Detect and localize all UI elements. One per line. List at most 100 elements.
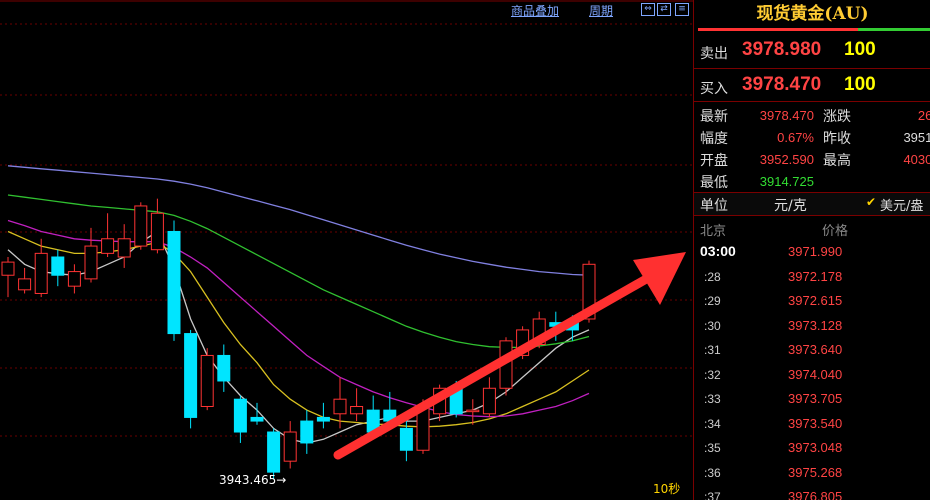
tick-price: 3974.040	[788, 366, 843, 382]
prev-close-label: 昨收	[823, 131, 851, 147]
candle-body	[84, 245, 98, 280]
high-value: 4030.	[903, 152, 930, 167]
candle-body	[1, 261, 15, 276]
high-label: 最高	[823, 153, 851, 169]
tick-row: :33 3973.705	[694, 387, 930, 411]
candle-body	[217, 354, 231, 382]
unit-usd-ounce[interactable]: 美元/盎	[880, 195, 923, 214]
candle-body	[316, 416, 330, 422]
kline-chart-canvas[interactable]	[0, 0, 693, 500]
candle-body	[117, 238, 131, 258]
tick-row: :30 3973.128	[694, 314, 930, 338]
quote-panel: 现货黄金(AU) 卖出 3978.980 100 买入 3978.470 100…	[693, 0, 930, 500]
tick-row: :32 3974.040	[694, 363, 930, 387]
buy-volume: 100	[844, 74, 876, 95]
buy-price: 3978.470	[742, 74, 822, 95]
change-label: 涨跌	[823, 109, 851, 125]
open-value: 3952.590	[759, 152, 814, 167]
sell-volume: 100	[844, 39, 876, 60]
tick-row: :37 3976.805	[694, 485, 930, 500]
tick-price: 3971.990	[788, 244, 843, 259]
prev-close-value: 3951.	[903, 130, 930, 145]
candle-body	[134, 205, 148, 247]
candle-body	[233, 398, 247, 433]
kline-chart[interactable]: 商品叠加 周期 ⇔ ⇄ ≡ 3943.465→ 10秒	[0, 0, 693, 500]
sell-label: 卖出	[700, 46, 728, 62]
divider	[694, 101, 930, 102]
tick-time: :34	[704, 416, 721, 431]
candle-body	[200, 354, 214, 407]
candle-body	[267, 431, 281, 473]
low-label: 最低	[700, 175, 728, 191]
divider	[694, 215, 930, 216]
tick-price: 3973.128	[788, 317, 843, 333]
latest-value: 3978.470	[759, 108, 814, 123]
interval-label[interactable]: 10秒	[653, 480, 680, 497]
tick-price: 3972.615	[788, 293, 843, 308]
tick-time: :30	[704, 318, 721, 333]
period-low-label: 3943.465→	[219, 473, 287, 487]
check-icon: ✔	[866, 195, 877, 209]
candle-body	[250, 416, 264, 422]
tick-time: :32	[704, 367, 721, 382]
unit-cny-gram[interactable]: 元/克	[774, 195, 807, 215]
candle-body	[350, 405, 364, 415]
tick-row: :34 3973.540	[694, 412, 930, 436]
buy-quote-row[interactable]: 买入 3978.470 100	[694, 71, 930, 101]
candle-body	[167, 230, 181, 335]
candle-body	[101, 238, 115, 254]
ratio-bar-red	[698, 28, 858, 31]
sell-price: 3978.980	[742, 39, 822, 60]
tick-row: :36 3975.268	[694, 461, 930, 485]
unit-label: 单位	[700, 198, 728, 214]
unit-selector[interactable]: 单位 元/克 ✔ 美元/盎	[694, 193, 930, 215]
candle-body	[482, 387, 496, 415]
instrument-title: 现货黄金(AU)	[756, 4, 869, 24]
divider	[694, 68, 930, 69]
latest-label: 最新	[700, 109, 728, 125]
zoom-left-button[interactable]: ⇔	[641, 3, 655, 16]
tick-time: :35	[704, 441, 721, 455]
tick-time: 03:00	[700, 243, 736, 259]
tick-price: 3973.048	[788, 440, 843, 455]
tick-row: :29 3972.615	[694, 289, 930, 313]
tick-time: :36	[704, 465, 721, 480]
candle-body	[67, 271, 81, 287]
candle-body	[399, 427, 413, 451]
buy-label: 买入	[700, 81, 728, 97]
tick-price: 3975.268	[788, 464, 843, 480]
tick-price: 3973.640	[788, 342, 843, 357]
period-link[interactable]: 周期	[589, 2, 613, 19]
tick-time: :37	[704, 490, 721, 500]
candle-body	[18, 278, 32, 291]
menu-button[interactable]: ≡	[675, 3, 689, 16]
ticks-header-price: 价格	[822, 224, 849, 239]
tick-row: :35 3973.048	[694, 436, 930, 460]
sell-quote-row[interactable]: 卖出 3978.980 100	[694, 36, 930, 66]
candle-body	[150, 212, 164, 251]
tick-row: 03:00 3971.990	[694, 240, 930, 264]
tick-price: 3972.178	[788, 268, 843, 284]
tick-price: 3976.805	[788, 489, 843, 500]
tick-row: :31 3973.640	[694, 338, 930, 362]
tick-time: :29	[704, 294, 721, 308]
tick-row: :28 3972.178	[694, 265, 930, 289]
candle-body	[300, 420, 314, 444]
overlay-commodity-link[interactable]: 商品叠加	[511, 2, 559, 19]
open-label: 开盘	[700, 153, 728, 169]
candle-body	[283, 431, 297, 462]
candle-body	[466, 409, 480, 413]
low-value: 3914.725	[759, 174, 814, 189]
candle-body	[333, 398, 347, 415]
tick-price: 3973.705	[788, 391, 843, 406]
pct-label: 幅度	[700, 131, 728, 147]
candle-body	[184, 333, 198, 418]
zoom-right-button[interactable]: ⇄	[657, 3, 671, 16]
tick-time: :31	[704, 343, 721, 357]
ratio-bar-green	[858, 28, 930, 31]
tick-price: 3973.540	[788, 415, 843, 431]
tick-time: :28	[704, 269, 721, 284]
pct-value: 0.67%	[777, 130, 814, 145]
tick-time: :33	[704, 392, 721, 406]
ticks-header-city: 北京	[700, 224, 727, 239]
